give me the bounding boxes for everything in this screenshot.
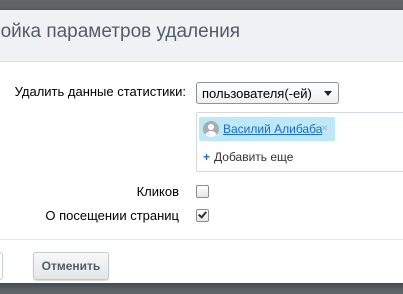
footer-divider <box>0 239 403 240</box>
page-visits-label: О посещении страниц <box>45 208 179 223</box>
page-visits-checkbox[interactable] <box>196 209 209 222</box>
user-selector-panel: Василий Алибаба × + Добавить еще <box>196 112 403 172</box>
dialog-title: ройка параметров удаления <box>0 21 241 42</box>
close-icon[interactable]: × <box>321 121 328 135</box>
delete-settings-dialog: ройка параметров удаления Удалить данные… <box>0 10 403 283</box>
add-more-link[interactable]: + Добавить еще <box>203 150 293 164</box>
selected-user-name[interactable]: Василий Алибаба <box>223 122 322 136</box>
selected-user-chip[interactable]: Василий Алибаба × <box>199 117 335 141</box>
dialog-header: ройка параметров удаления <box>0 10 403 62</box>
chevron-down-icon <box>324 91 332 96</box>
add-more-label: Добавить еще <box>214 150 294 164</box>
cancel-button[interactable]: Отменить <box>33 252 109 280</box>
clicks-checkbox[interactable] <box>196 185 209 198</box>
save-button[interactable]: ть <box>0 252 3 280</box>
delete-stats-selected-value: пользователя(-ей) <box>202 86 312 101</box>
plus-icon: + <box>203 150 211 164</box>
delete-stats-label: Удалить данные статистики: <box>14 84 186 99</box>
user-avatar-icon <box>203 121 219 137</box>
checkmark-icon <box>198 209 207 219</box>
delete-stats-select[interactable]: пользователя(-ей) <box>196 82 339 104</box>
clicks-label: Кликов <box>136 184 179 199</box>
